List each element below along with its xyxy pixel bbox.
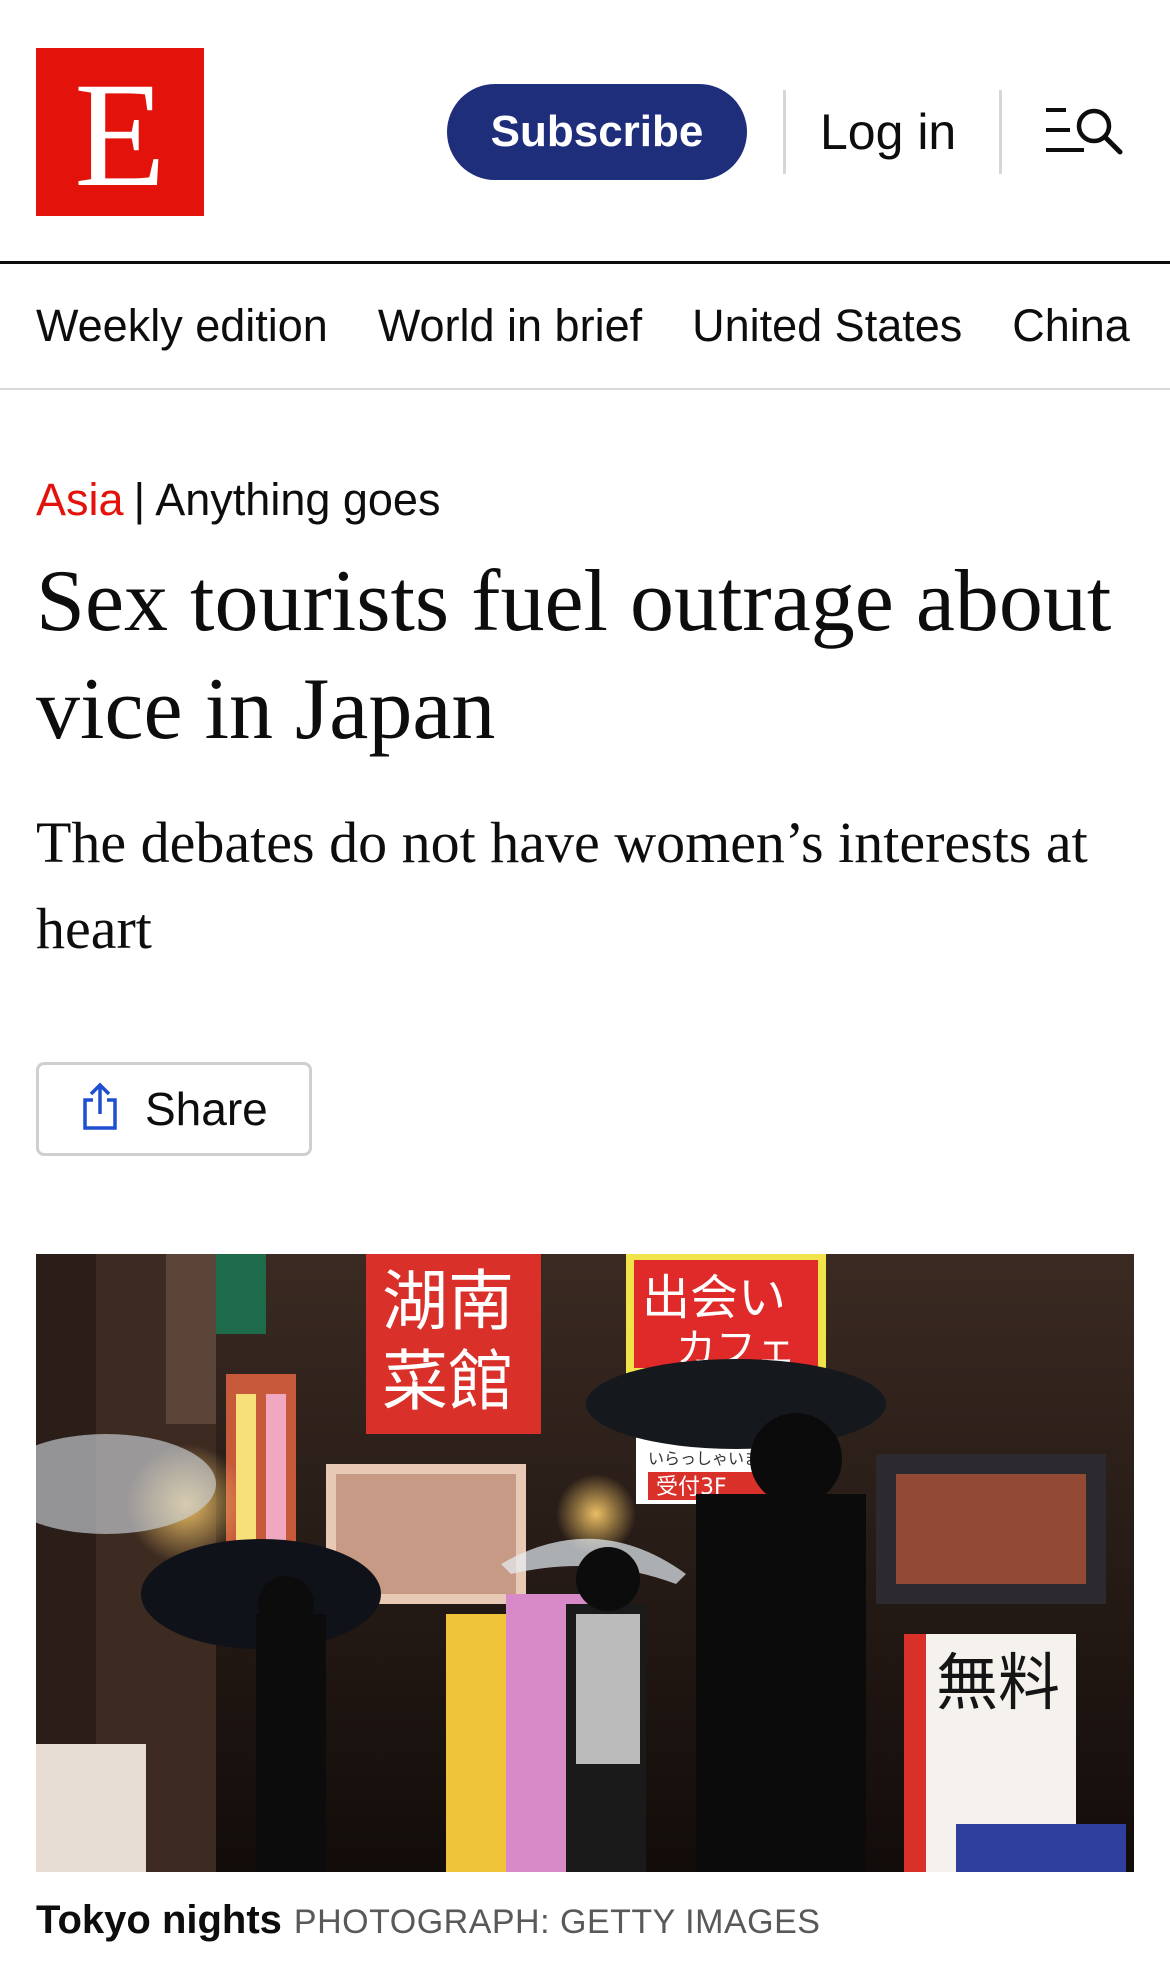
section-link[interactable]: Asia [36,474,124,525]
divider [783,90,786,174]
menu-search-icon[interactable] [1044,104,1124,160]
rubric-separator: | [133,474,146,525]
flytitle: Anything goes [155,474,441,525]
nav-item-world-in-brief[interactable]: World in brief [378,300,642,352]
article-standfirst: The debates do not have women’s interest… [36,810,1088,961]
share-label: Share [145,1083,268,1135]
sign-text: 無料 [936,1646,1060,1719]
sign-text: 湖南 [382,1263,514,1340]
sign-text: 出会い [642,1270,786,1326]
logo-letter: E [74,52,166,218]
login-link[interactable]: Log in [820,100,956,164]
image-caption: Tokyo nights PHOTOGRAPH: GETTY IMAGES [36,1898,820,1943]
nav-item-china[interactable]: China [1012,300,1130,352]
caption-text: Tokyo nights [36,1898,282,1942]
article-image: 湖南 菜館 出会い カフェ いらっしゃいませ 受付3F 無料 [36,1254,1134,1872]
divider [999,90,1002,174]
nav-item-united-states[interactable]: United States [692,300,962,352]
subscribe-button[interactable]: Subscribe [447,84,747,180]
sign-text: 菜館 [382,1343,514,1420]
article-headline: Sex tourists fuel outrage about vice in … [36,553,1112,758]
share-button[interactable]: Share [36,1062,312,1156]
share-icon [79,1082,121,1137]
nav-item-weekly-edition[interactable]: Weekly edition [36,300,328,352]
economist-logo[interactable]: E [36,48,204,216]
site-header: E Subscribe Log in [0,0,1170,264]
article-rubric: Asia | Anything goes [36,470,440,530]
section-nav: Weekly edition World in brief United Sta… [0,264,1170,390]
photo-credit: PHOTOGRAPH: GETTY IMAGES [293,1903,821,1941]
